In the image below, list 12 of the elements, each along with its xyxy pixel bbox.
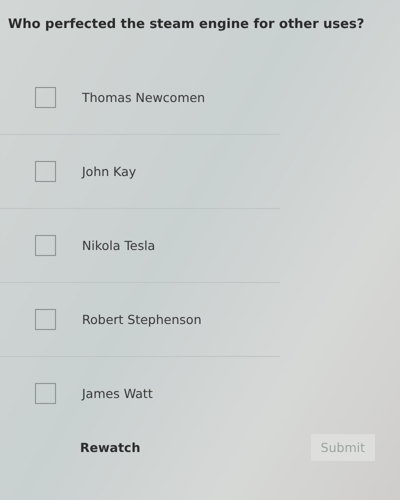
checkbox[interactable] xyxy=(35,87,56,108)
checkbox[interactable] xyxy=(35,161,56,182)
question-text: Who perfected the steam engine for other uses? xyxy=(7,16,366,34)
checkbox[interactable] xyxy=(35,235,56,256)
checkbox[interactable] xyxy=(35,309,56,330)
rewatch-button[interactable]: Rewatch xyxy=(70,434,150,461)
option-label: Robert Stephenson xyxy=(82,312,202,327)
checkbox[interactable] xyxy=(35,383,56,404)
option-label: Thomas Newcomen xyxy=(82,90,206,105)
option-label: John Kay xyxy=(82,164,136,179)
option-label: Nikola Tesla xyxy=(82,238,156,253)
option-label: James Watt xyxy=(82,386,153,401)
